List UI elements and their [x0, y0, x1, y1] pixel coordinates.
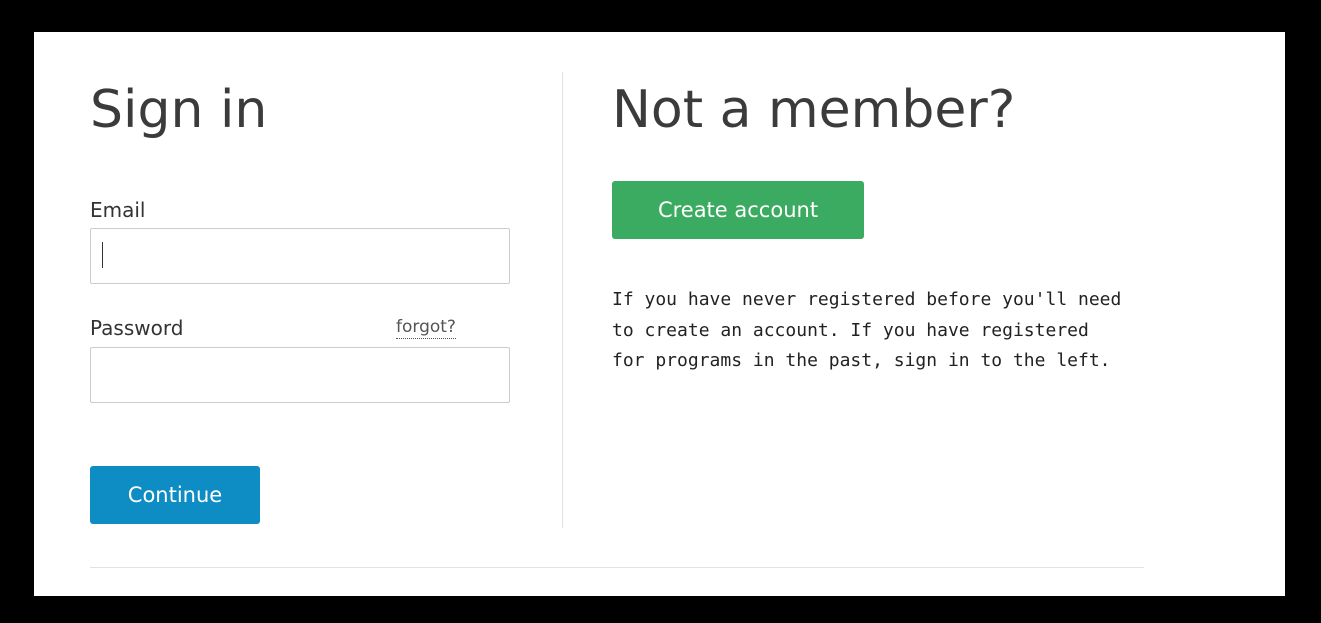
password-label: Password: [90, 316, 184, 340]
column-divider: [562, 72, 563, 528]
sign-in-heading: Sign in: [90, 80, 268, 140]
not-a-member-heading: Not a member?: [612, 80, 1016, 140]
register-info-text: If you have never registered before you'…: [612, 289, 1122, 371]
text-cursor: [102, 242, 103, 268]
email-field[interactable]: [90, 228, 510, 284]
create-account-button[interactable]: Create account: [612, 181, 864, 239]
email-field-wrapper: [90, 228, 510, 284]
forgot-password-link[interactable]: forgot?: [396, 316, 456, 339]
continue-button[interactable]: Continue: [90, 466, 260, 524]
sign-in-page: Sign in Email Password forgot? Continue …: [34, 32, 1285, 596]
email-label: Email: [90, 198, 146, 222]
footer-divider: [90, 567, 1144, 568]
password-field[interactable]: [90, 347, 510, 403]
